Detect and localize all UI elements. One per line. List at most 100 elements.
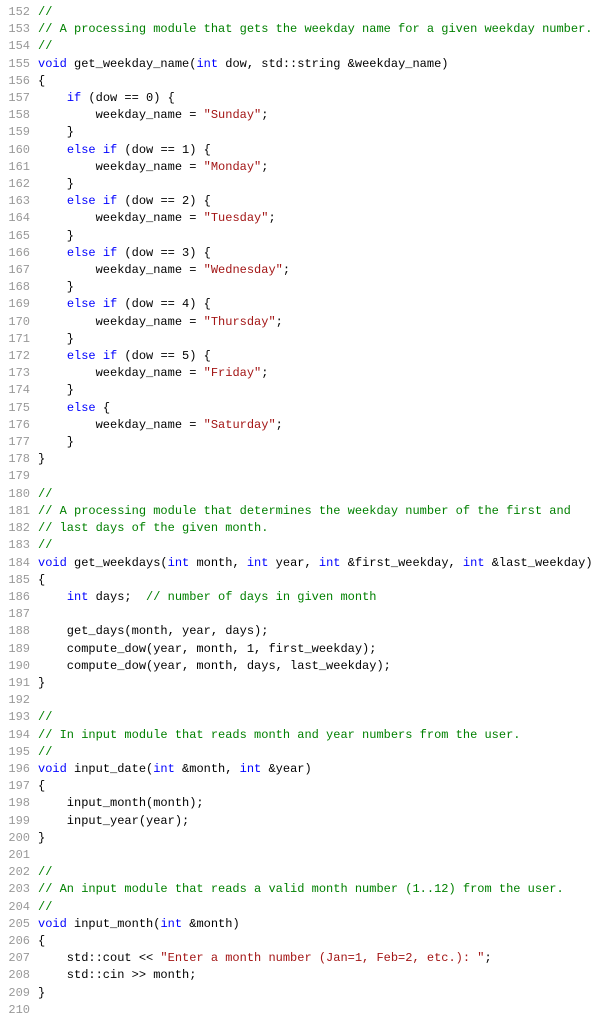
code-content: void get_weekday_name(int dow, std::stri… [38, 56, 605, 73]
line-number: 190 [0, 658, 38, 675]
code-line: 196void input_date(int &month, int &year… [0, 761, 605, 778]
line-number: 187 [0, 606, 38, 623]
code-line: 189 compute_dow(year, month, 1, first_we… [0, 641, 605, 658]
line-number: 170 [0, 314, 38, 331]
line-number: 188 [0, 623, 38, 640]
code-content: } [38, 124, 605, 141]
code-line: 163 else if (dow == 2) { [0, 193, 605, 210]
code-content: } [38, 382, 605, 399]
code-line: 188 get_days(month, year, days); [0, 623, 605, 640]
code-line: 173 weekday_name = "Friday"; [0, 365, 605, 382]
line-number: 181 [0, 503, 38, 520]
code-content: } [38, 176, 605, 193]
line-number: 206 [0, 933, 38, 950]
code-line: 180// [0, 486, 605, 503]
code-line: 174 } [0, 382, 605, 399]
code-content: weekday_name = "Thursday"; [38, 314, 605, 331]
code-content: weekday_name = "Wednesday"; [38, 262, 605, 279]
line-number: 203 [0, 881, 38, 898]
code-content: else if (dow == 2) { [38, 193, 605, 210]
line-number: 157 [0, 90, 38, 107]
code-line: 165 } [0, 228, 605, 245]
code-content [38, 606, 605, 623]
code-line: 158 weekday_name = "Sunday"; [0, 107, 605, 124]
line-number: 168 [0, 279, 38, 296]
code-line: 169 else if (dow == 4) { [0, 296, 605, 313]
line-number: 201 [0, 847, 38, 864]
line-number: 182 [0, 520, 38, 537]
code-line: 170 weekday_name = "Thursday"; [0, 314, 605, 331]
code-listing: 152//153// A processing module that gets… [0, 0, 605, 1023]
line-number: 183 [0, 537, 38, 554]
code-content: } [38, 451, 605, 468]
code-content: { [38, 572, 605, 589]
code-line: 186 int days; // number of days in given… [0, 589, 605, 606]
code-content [38, 1002, 605, 1019]
code-line: 187 [0, 606, 605, 623]
code-content: // [38, 709, 605, 726]
code-line: 195// [0, 744, 605, 761]
line-number: 175 [0, 400, 38, 417]
code-line: 162 } [0, 176, 605, 193]
code-content: { [38, 933, 605, 950]
code-line: 181// A processing module that determine… [0, 503, 605, 520]
code-line: 206{ [0, 933, 605, 950]
code-content: // [38, 537, 605, 554]
line-number: 163 [0, 193, 38, 210]
code-line: 154// [0, 38, 605, 55]
code-line: 205void input_month(int &month) [0, 916, 605, 933]
code-line: 197{ [0, 778, 605, 795]
code-line: 193// [0, 709, 605, 726]
code-line: 182// last days of the given month. [0, 520, 605, 537]
line-number: 184 [0, 555, 38, 572]
code-line: 192 [0, 692, 605, 709]
line-number: 196 [0, 761, 38, 778]
code-line: 204// [0, 899, 605, 916]
code-content: std::cout << "Enter a month number (Jan=… [38, 950, 605, 967]
code-line: 191} [0, 675, 605, 692]
code-content: else if (dow == 4) { [38, 296, 605, 313]
line-number: 162 [0, 176, 38, 193]
code-content [38, 468, 605, 485]
code-line: 177 } [0, 434, 605, 451]
code-content: } [38, 985, 605, 1002]
code-line: 183// [0, 537, 605, 554]
line-number: 152 [0, 4, 38, 21]
line-number: 177 [0, 434, 38, 451]
code-content: void input_month(int &month) [38, 916, 605, 933]
code-line: 161 weekday_name = "Monday"; [0, 159, 605, 176]
code-content: else { [38, 400, 605, 417]
line-number: 153 [0, 21, 38, 38]
line-number: 194 [0, 727, 38, 744]
line-number: 158 [0, 107, 38, 124]
line-number: 160 [0, 142, 38, 159]
code-content [38, 692, 605, 709]
line-number: 205 [0, 916, 38, 933]
line-number: 180 [0, 486, 38, 503]
line-number: 207 [0, 950, 38, 967]
code-line: 198 input_month(month); [0, 795, 605, 812]
code-line: 184void get_weekdays(int month, int year… [0, 555, 605, 572]
line-number: 178 [0, 451, 38, 468]
line-number: 174 [0, 382, 38, 399]
code-line: 160 else if (dow == 1) { [0, 142, 605, 159]
line-number: 159 [0, 124, 38, 141]
code-line: 164 weekday_name = "Tuesday"; [0, 210, 605, 227]
code-content: void input_date(int &month, int &year) [38, 761, 605, 778]
line-number: 166 [0, 245, 38, 262]
code-line: 179 [0, 468, 605, 485]
code-content: compute_dow(year, month, days, last_week… [38, 658, 605, 675]
code-content: // last days of the given month. [38, 520, 605, 537]
code-content: else if (dow == 3) { [38, 245, 605, 262]
code-line: 190 compute_dow(year, month, days, last_… [0, 658, 605, 675]
code-content: } [38, 675, 605, 692]
code-content: get_days(month, year, days); [38, 623, 605, 640]
line-number: 191 [0, 675, 38, 692]
line-number: 165 [0, 228, 38, 245]
line-number: 198 [0, 795, 38, 812]
code-line: 168 } [0, 279, 605, 296]
code-content: // An input module that reads a valid mo… [38, 881, 605, 898]
code-content: // [38, 38, 605, 55]
code-content: // In input module that reads month and … [38, 727, 605, 744]
line-number: 195 [0, 744, 38, 761]
